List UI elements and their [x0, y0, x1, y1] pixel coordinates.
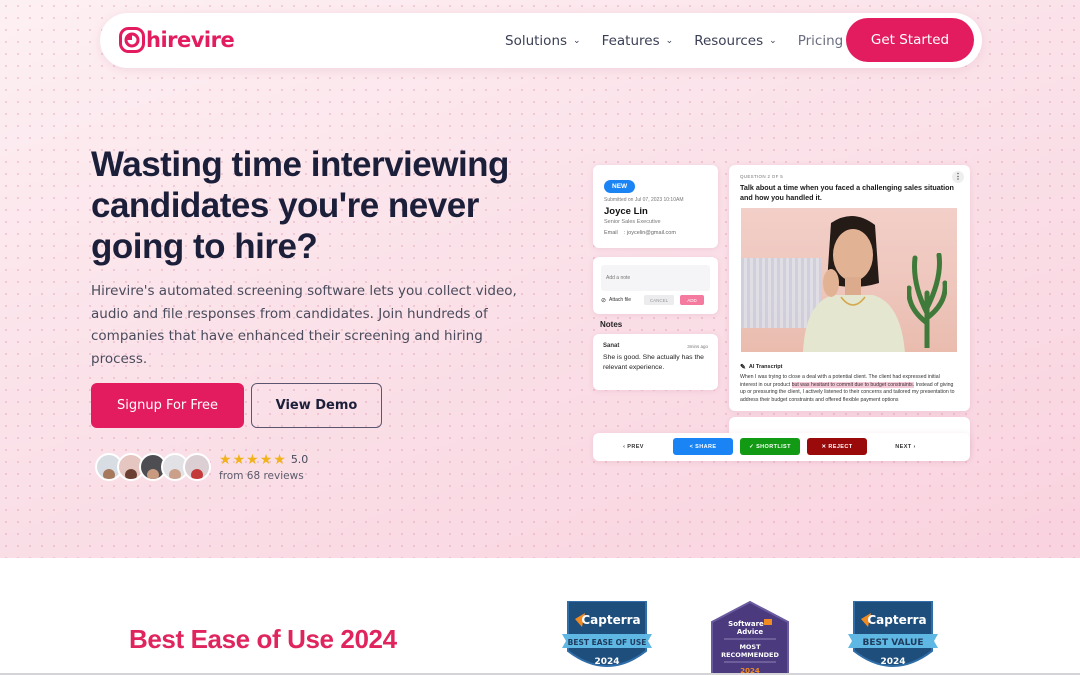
brand-logo[interactable]: hirevire [119, 27, 235, 53]
question-text: Talk about a time when you faced a chall… [740, 183, 954, 202]
badge-label-line2: RECOMMENDED [721, 651, 779, 659]
attach-file-label: Attach file [609, 297, 631, 303]
star-icon: ★ [219, 451, 232, 467]
view-demo-button[interactable]: View Demo [251, 383, 382, 428]
star-icon: ★ [232, 451, 246, 467]
add-note-button[interactable]: ADD [680, 295, 704, 305]
shortlist-button[interactable]: ✓ SHORTLIST [740, 438, 800, 455]
badge-label: BEST EASE OF USE [568, 638, 647, 647]
email-label: Email [604, 230, 618, 236]
badge-label: BEST VALUE [863, 638, 924, 648]
candidate-email: Email : joycelin@gmail.com [604, 230, 707, 236]
nav-pricing[interactable]: Pricing [798, 33, 844, 49]
note-time: 3mins ago [687, 343, 708, 349]
add-note-card: ⊘ Attach file CANCEL ADD [593, 257, 718, 314]
candidate-person [803, 215, 905, 352]
reviewer-avatars [95, 452, 211, 481]
chevron-down-icon: ⌄ [573, 35, 581, 46]
video-plant [907, 253, 947, 348]
reject-button[interactable]: ✕ REJECT [807, 438, 867, 455]
new-badge: NEW [604, 180, 636, 193]
review-action-bar: ‹ PREV < SHARE ✓ SHORTLIST ✕ REJECT NEXT… [593, 433, 970, 461]
candidate-name: Joyce Lin [604, 206, 648, 217]
capterra-best-ease-of-use-badge: Capterra BEST EASE OF USE 2024 [562, 601, 652, 667]
next-button[interactable]: NEXT › [883, 438, 928, 455]
nav-solutions[interactable]: Solutions ⌄ [505, 33, 581, 49]
signup-button[interactable]: Signup For Free [91, 383, 244, 428]
cancel-note-button[interactable]: CANCEL [644, 295, 674, 305]
paperclip-icon: ⊘ [601, 297, 607, 304]
badge-brand-line2: Advice [737, 628, 764, 636]
badge-year: 2024 [594, 657, 619, 667]
chevron-down-icon: ⌄ [769, 35, 777, 46]
star-icon: ★ [273, 451, 286, 467]
ai-transcript-label: AI Transcript [748, 364, 783, 370]
magic-wand-icon: ✎ [740, 364, 746, 371]
nav-solutions-label: Solutions [505, 32, 568, 49]
more-options-icon[interactable]: ⋮ [952, 171, 964, 183]
notes-heading: Notes [600, 320, 623, 329]
rating-score: 5.0 [290, 453, 309, 466]
chevron-down-icon: ⌄ [665, 35, 674, 46]
top-navbar: hirevire Solutions ⌄ Features ⌄ Resource… [100, 13, 982, 68]
candidate-title: Senior Sales Executive [604, 219, 661, 225]
nav-links: Solutions ⌄ Features ⌄ Resources ⌄ Prici… [505, 13, 861, 68]
transcript-highlight: but was hesitant to commit due to budget… [791, 381, 915, 388]
awards-title: Best Ease of Use 2024 [129, 624, 397, 654]
brand-name: hirevire [146, 28, 235, 52]
nav-features-label: Features [601, 32, 660, 49]
badge-brand: Capterra [867, 613, 926, 627]
software-advice-most-recommended-badge: Software Advice MOST RECOMMENDED 2024 [711, 600, 789, 675]
note-text: She is good. She actually has the releva… [603, 354, 704, 371]
nav-resources[interactable]: Resources ⌄ [694, 33, 777, 49]
badge-brand: Capterra [581, 613, 640, 627]
get-started-button[interactable]: Get Started [846, 18, 974, 62]
ai-transcript-title: ✎ AI Transcript [740, 363, 783, 371]
ai-transcript-text: When I was trying to close a deal with a… [740, 374, 958, 404]
note-input[interactable] [601, 265, 710, 291]
speech-bubble-icon [764, 619, 772, 625]
nav-features[interactable]: Features ⌄ [602, 33, 674, 49]
prev-button[interactable]: ‹ PREV [611, 438, 656, 455]
review-count: from 68 reviews [219, 470, 304, 482]
share-button[interactable]: < SHARE [673, 438, 733, 455]
hero-headline: Wasting time interviewing candidates you… [91, 145, 509, 266]
nav-resources-label: Resources [694, 32, 764, 49]
star-icon: ★ [246, 451, 259, 467]
badge-brand-line1: Software [728, 620, 764, 628]
question-counter: QUESTION 2 OF 5 [740, 174, 784, 179]
candidate-video[interactable] [741, 208, 957, 352]
badge-label-line1: MOST [739, 643, 761, 651]
hirevire-logo-icon [119, 27, 145, 53]
badge-year: 2024 [880, 657, 905, 667]
attach-file-link[interactable]: ⊘ Attach file [601, 297, 631, 304]
note-author: Sanat [603, 343, 620, 349]
avatar [183, 452, 211, 481]
rating: ★ ★ ★ ★ ★ 5.0 from 68 reviews [219, 451, 308, 482]
candidate-card: NEW Submitted on Jul 07, 2023 10:10AM Jo… [593, 165, 718, 248]
email-value: : joycelin@gmail.com [623, 230, 676, 236]
nav-pricing-label: Pricing [797, 32, 844, 49]
note-item: Sanat 3mins ago She is good. She actuall… [593, 334, 718, 390]
reviews-summary: ★ ★ ★ ★ ★ 5.0 from 68 reviews [95, 451, 308, 482]
star-icon: ★ [259, 451, 273, 467]
question-card: QUESTION 2 OF 5 ⋮ Talk about a time when… [729, 165, 970, 411]
capterra-best-value-badge: Capterra BEST VALUE 2024 [848, 601, 938, 667]
submitted-date: Submitted on Jul 07, 2023 10:10AM [604, 197, 684, 203]
hero-subtext: Hirevire's automated screening software … [91, 283, 517, 367]
